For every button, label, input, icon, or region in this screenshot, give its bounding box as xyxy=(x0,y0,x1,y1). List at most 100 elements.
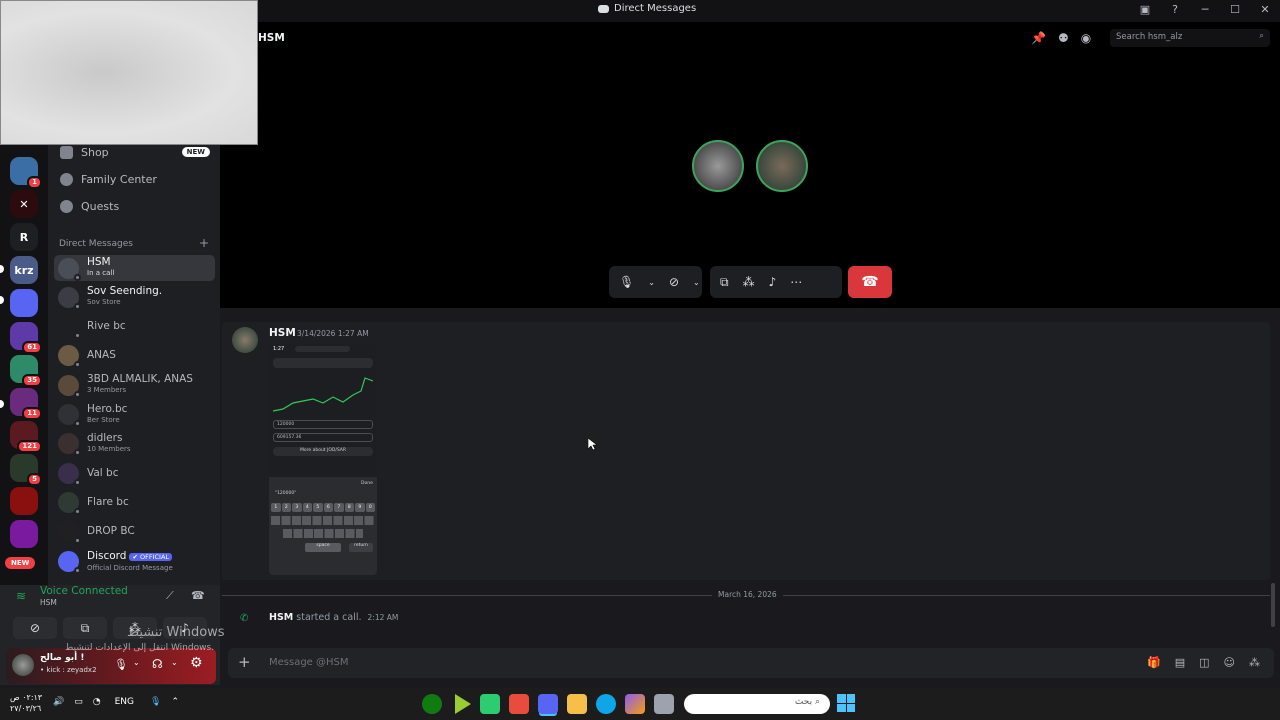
inbox-icon[interactable]: ▣ xyxy=(1138,3,1152,16)
server-icon[interactable] xyxy=(10,289,38,317)
system-message-author[interactable]: HSM xyxy=(269,612,293,623)
screen-share-icon[interactable]: ⧉ xyxy=(720,275,729,290)
camera-off-button[interactable]: ⊘ xyxy=(13,617,57,639)
sticker-icon[interactable]: ◫ xyxy=(1199,656,1209,669)
gamebar-icon[interactable] xyxy=(509,694,529,714)
message-avatar[interactable] xyxy=(232,327,258,353)
activities-icon[interactable]: ⁂ xyxy=(743,275,755,289)
dm-item[interactable]: didlers 10 Members xyxy=(54,431,215,457)
dm-item[interactable]: 3BD ALMALIK, ANAS 3 Members xyxy=(54,372,215,398)
gift-icon[interactable]: 🎁 xyxy=(1147,656,1161,669)
server-icon[interactable] xyxy=(10,487,38,515)
dm-item[interactable]: Flare bc xyxy=(54,489,215,515)
sidebar-item-family-center[interactable]: Family Center xyxy=(60,168,210,190)
user-profile-icon[interactable]: ◉ xyxy=(1081,31,1091,45)
avatar xyxy=(58,404,81,427)
avatar xyxy=(58,257,81,281)
screen-share-button[interactable]: ⧉ xyxy=(63,617,107,639)
soundboard-icon[interactable]: ♪ xyxy=(769,275,777,289)
image-attachment[interactable]: 1:27 120000 609157.36 More about JOD/SAR… xyxy=(269,343,377,575)
call-participant-avatar[interactable] xyxy=(756,140,808,192)
taskbar-clock[interactable]: ٠٢:١٣ ص ٢٧/٠٣/٢٦ xyxy=(10,692,42,714)
help-icon[interactable]: ? xyxy=(1168,3,1182,16)
taskbar-search[interactable]: بحث ⌕ xyxy=(684,694,830,714)
discord-icon[interactable] xyxy=(538,694,558,714)
chevron-down-icon[interactable]: ⌄ xyxy=(133,658,140,667)
attach-plus-icon[interactable]: + xyxy=(238,653,251,671)
server-icon[interactable]: 61 xyxy=(10,322,42,354)
windows-start-icon[interactable] xyxy=(837,694,855,712)
server-icon[interactable]: R xyxy=(10,223,38,251)
disconnect-icon[interactable]: ☎ xyxy=(191,589,205,602)
server-icon[interactable]: 35 xyxy=(10,355,42,387)
message-author[interactable]: HSM xyxy=(269,327,296,339)
chevron-down-icon[interactable]: ⌄ xyxy=(693,278,700,287)
language-indicator[interactable]: ENG xyxy=(115,697,134,707)
voice-status[interactable]: Voice Connected xyxy=(40,585,128,597)
dm-item[interactable]: Rive bc xyxy=(54,314,215,340)
file-explorer-icon[interactable] xyxy=(567,694,587,714)
camera-off-icon[interactable]: ⊘ xyxy=(669,275,679,289)
chevron-down-icon[interactable]: ⌄ xyxy=(171,658,178,667)
dm-item[interactable]: DROP BC xyxy=(54,519,215,545)
dm-name: 3BD ALMALIK, ANAS xyxy=(87,373,193,386)
disconnect-button[interactable]: ☎ xyxy=(848,266,892,298)
dm-item[interactable]: Sov Seending. Sov Store xyxy=(54,284,215,310)
voice-channel[interactable]: HSM xyxy=(40,598,57,607)
message-timestamp: 3/14/2026 1:27 AM xyxy=(297,329,369,338)
dm-item[interactable]: Discord ✔ OFFICIAL Official Discord Messag… xyxy=(54,548,215,574)
maximize-button[interactable]: ☐ xyxy=(1228,3,1242,16)
server-icon[interactable]: 1 xyxy=(10,157,42,189)
android-app-icon[interactable] xyxy=(480,694,500,714)
chevron-up-icon[interactable]: ⌃ xyxy=(171,697,179,707)
phone-clock: 1:27 xyxy=(273,346,285,352)
apps-icon[interactable]: ⁂ xyxy=(1249,656,1260,669)
server-icon[interactable]: ✕ xyxy=(10,190,38,218)
search-input[interactable]: Search hsm_alz ⌕ xyxy=(1110,29,1270,47)
webcam-overlay xyxy=(0,0,258,145)
network-icon[interactable]: ▭ xyxy=(74,697,83,707)
server-icon[interactable]: 11 xyxy=(10,388,42,420)
microphone-icon[interactable]: 🎙 xyxy=(114,658,128,671)
dm-item[interactable]: HSM In a call xyxy=(54,255,215,281)
microphone-icon[interactable]: 🎙 xyxy=(619,275,634,289)
edge-icon[interactable] xyxy=(596,694,616,714)
avatar[interactable] xyxy=(12,654,34,676)
windows-taskbar: ٠٢:١٣ ص ٢٧/٠٣/٢٦ 🔊 ▭ ◔ ENG 🎙 ⌃ بحث ⌕ xyxy=(0,688,1280,720)
dm-item[interactable]: Hero.bc Ber Store xyxy=(54,402,215,428)
emoji-icon[interactable]: ☺ xyxy=(1224,656,1235,669)
scrollbar[interactable] xyxy=(1271,583,1275,627)
headset-icon[interactable]: ☊ xyxy=(152,657,163,671)
status-indicator xyxy=(74,273,81,281)
server-icon[interactable]: 5 xyxy=(10,454,42,486)
xbox-icon[interactable] xyxy=(422,694,442,714)
status-indicator xyxy=(74,537,81,545)
sidebar-item-quests[interactable]: Quests xyxy=(60,195,210,217)
dm-item[interactable]: ANAS xyxy=(54,343,215,369)
create-dm-button[interactable]: + xyxy=(199,237,209,249)
call-participant-avatar[interactable] xyxy=(692,140,744,192)
dm-item[interactable]: Val bc xyxy=(54,460,215,486)
avatar xyxy=(58,521,81,545)
app-window-icon[interactable] xyxy=(654,694,674,714)
gif-icon[interactable]: ▤ xyxy=(1175,656,1185,669)
settings-gear-icon[interactable]: ⚙ xyxy=(190,655,203,671)
game-launcher-icon[interactable] xyxy=(455,694,471,714)
server-icon[interactable]: 121 xyxy=(10,421,42,453)
noise-suppression-icon[interactable]: ⟋ xyxy=(166,589,174,603)
chevron-down-icon[interactable]: ⌄ xyxy=(648,278,655,287)
wifi-icon[interactable]: ◔ xyxy=(93,697,101,707)
message-composer[interactable]: + Message @HSM 🎁 ▤ ◫ ☺ ⁂ xyxy=(228,648,1274,678)
close-button[interactable]: ✕ xyxy=(1258,3,1272,16)
volume-icon[interactable]: 🔊 xyxy=(53,697,64,707)
server-icon[interactable]: krz xyxy=(10,256,38,284)
server-icon[interactable] xyxy=(10,520,38,548)
more-options-icon[interactable]: ⋯ xyxy=(790,275,802,289)
copilot-icon[interactable] xyxy=(625,694,645,714)
username[interactable]: أبو صالح ! xyxy=(40,653,84,663)
clock-date: ٢٧/٠٣/٢٦ xyxy=(10,704,42,713)
microphone-icon[interactable]: 🎙 xyxy=(150,697,161,707)
pin-icon[interactable]: 📌 xyxy=(1031,31,1046,45)
add-friends-icon[interactable]: ⚉ xyxy=(1058,31,1069,45)
minimize-button[interactable]: ─ xyxy=(1198,3,1212,16)
